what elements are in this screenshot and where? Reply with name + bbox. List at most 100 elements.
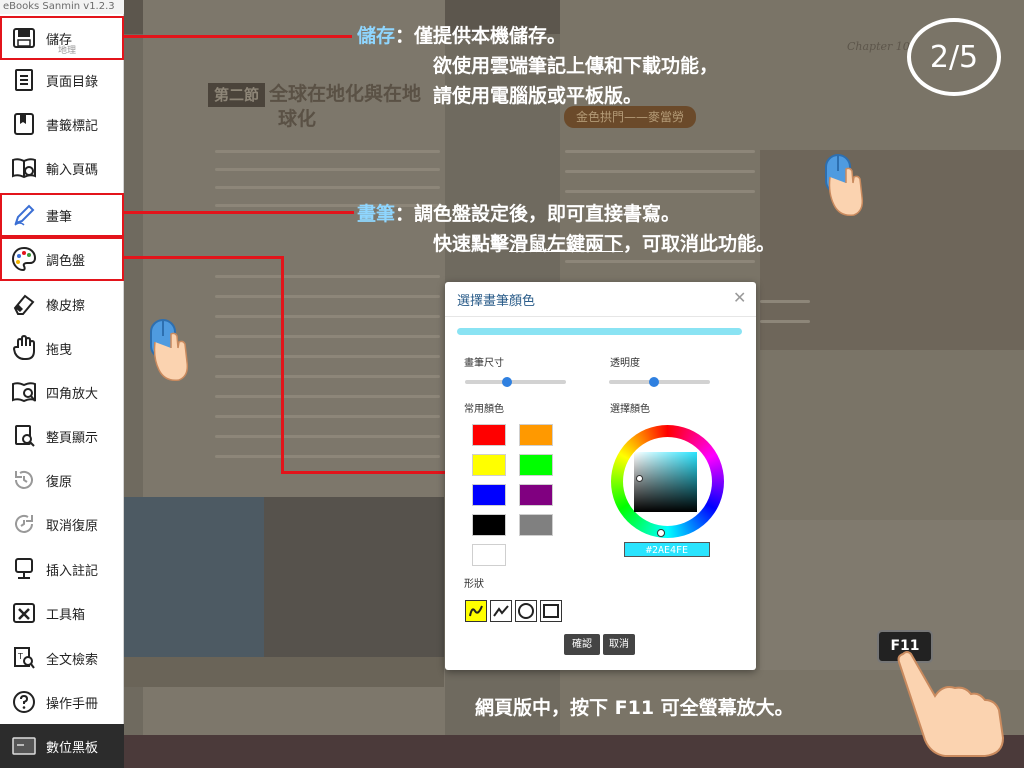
- sidebar-item-corner-zoom[interactable]: 四角放大: [0, 370, 124, 414]
- redo-icon: [9, 509, 39, 539]
- text-line: [215, 275, 440, 278]
- sidebar-item-palette[interactable]: 調色盤: [0, 237, 124, 281]
- book-photo-street: [264, 497, 444, 657]
- sidebar-item-label: 全文檢索: [46, 652, 99, 668]
- book-section-title-line2: 球化: [278, 108, 317, 130]
- slider-thumb[interactable]: [502, 377, 513, 387]
- confirm-button[interactable]: 確認: [564, 634, 600, 655]
- sidebar-item-label: 復原: [46, 474, 73, 490]
- connector-line-palette: [281, 256, 284, 474]
- sidebar-item-label: 調色盤: [46, 253, 86, 269]
- annotation-save-key: 儲存: [357, 25, 396, 47]
- book-chapter-label: Chapter 10: [847, 40, 910, 53]
- sidebar-item-fit-page[interactable]: 整頁顯示: [0, 414, 124, 458]
- step-badge: 2/5: [907, 18, 1001, 96]
- text-line: [215, 186, 440, 189]
- book-bottom-strip: [124, 735, 1024, 768]
- undo-icon: [9, 465, 39, 495]
- color-swatch[interactable]: [472, 544, 506, 566]
- sidebar-item-page-number[interactable]: 輸入頁碼: [0, 146, 124, 190]
- book-section-tag: 第二節: [208, 83, 266, 107]
- saturation-value-box[interactable]: [634, 452, 697, 512]
- insert-note-icon: [9, 554, 39, 584]
- annotation-save: 儲存：僅提供本機儲存。 欲使用雲端筆記上傳和下載功能， 請使用電腦版或平板版。: [357, 21, 718, 111]
- text-line: [565, 170, 755, 173]
- sidebar-item-label: 橡皮擦: [46, 298, 86, 314]
- save-icon: [9, 23, 39, 53]
- text-line: [215, 315, 440, 318]
- full-text-search-icon: T: [9, 643, 39, 673]
- sidebar-item-bookmark[interactable]: 書籤標記: [0, 102, 124, 146]
- connector-line-save: [124, 35, 352, 38]
- opacity-slider[interactable]: [609, 377, 710, 387]
- drag-hand-icon: [9, 333, 39, 363]
- shape-freehand-button[interactable]: [465, 600, 487, 622]
- sidebar-item-toolbox[interactable]: 工具箱: [0, 591, 124, 635]
- annotation-f11: 網頁版中，按下 F11 可全螢幕放大。: [475, 697, 794, 719]
- annotation-pen-key: 畫筆: [357, 203, 396, 225]
- eraser-icon: [9, 289, 39, 319]
- color-swatch[interactable]: [519, 454, 553, 476]
- shape-circle-button[interactable]: [515, 600, 537, 622]
- shape-rectangle-button[interactable]: [540, 600, 562, 622]
- corner-zoom-icon: [9, 377, 39, 407]
- sidebar-item-page-list[interactable]: 頁面目錄: [0, 58, 124, 102]
- pen-preview-bar: [457, 328, 742, 335]
- sidebar-item-label: 儲存: [46, 32, 73, 48]
- close-icon[interactable]: ✕: [733, 288, 746, 307]
- text-line: [215, 355, 440, 358]
- sidebar-item-label: 整頁顯示: [46, 430, 99, 446]
- app-title: eBooks Sanmin v1.2.3: [0, 0, 124, 14]
- sidebar-item-label: 四角放大: [46, 386, 99, 402]
- pen-icon: [9, 200, 39, 230]
- color-swatch[interactable]: [472, 424, 506, 446]
- color-swatch[interactable]: [519, 514, 553, 536]
- help-icon: [9, 687, 39, 717]
- text-line: [215, 295, 440, 298]
- connector-line-palette: [124, 256, 284, 259]
- annotation-save-line2: 欲使用雲端筆記上傳和下載功能，: [433, 55, 719, 77]
- text-line: [215, 168, 440, 171]
- text-line: [565, 190, 755, 193]
- select-color-label: 選擇顏色: [610, 404, 650, 415]
- pen-size-slider[interactable]: [465, 377, 566, 387]
- hex-color-field[interactable]: #2AE4FE: [624, 542, 710, 557]
- sidebar-item-label: 工具箱: [46, 607, 86, 623]
- color-swatch[interactable]: [472, 484, 506, 506]
- sidebar-item-label: 頁面目錄: [46, 74, 99, 90]
- digital-blackboard-icon: [9, 731, 39, 761]
- sidebar-item-drag[interactable]: 拖曳: [0, 326, 124, 370]
- sidebar-item-full-text-search[interactable]: T 全文檢索: [0, 636, 124, 680]
- sidebar-item-save[interactable]: 儲存: [0, 16, 124, 60]
- common-colors-label: 常用顏色: [464, 404, 504, 415]
- sidebar-item-label: 取消復原: [46, 518, 99, 534]
- sidebar-item-pen[interactable]: 畫筆: [0, 193, 124, 237]
- color-swatch[interactable]: [519, 484, 553, 506]
- color-swatch[interactable]: [472, 454, 506, 476]
- cancel-button[interactable]: 取消: [603, 634, 635, 655]
- annotation-pen-line2-underline: 滑鼠左鍵兩下: [509, 233, 624, 255]
- annotation-pen-line1: ：調色盤設定後，即可直接書寫。: [395, 203, 681, 225]
- sidebar-item-redo[interactable]: 取消復原: [0, 502, 124, 546]
- text-line: [215, 435, 440, 438]
- text-line: [215, 395, 440, 398]
- saturation-marker[interactable]: [636, 475, 643, 482]
- sidebar-item-eraser[interactable]: 橡皮擦: [0, 282, 124, 326]
- text-line: [215, 150, 440, 153]
- shape-label: 形狀: [464, 579, 484, 590]
- sidebar-item-help[interactable]: 操作手冊: [0, 680, 124, 724]
- shape-line-button[interactable]: [490, 600, 512, 622]
- color-swatch[interactable]: [472, 514, 506, 536]
- sidebar-item-digital-blackboard[interactable]: 數位黑板: [0, 724, 124, 768]
- color-swatch[interactable]: [519, 424, 553, 446]
- sidebar-item-insert-note[interactable]: 插入註記: [0, 547, 124, 591]
- page-number-icon: [9, 153, 39, 183]
- hue-marker[interactable]: [657, 529, 665, 537]
- text-line: [215, 415, 440, 418]
- slider-thumb[interactable]: [649, 377, 660, 387]
- sidebar-item-undo[interactable]: 復原: [0, 458, 124, 502]
- sidebar-item-label: 畫筆: [46, 209, 73, 225]
- dialog-title: 選擇畫筆顏色: [457, 294, 536, 309]
- text-line: [215, 375, 440, 378]
- text-line: [760, 300, 810, 303]
